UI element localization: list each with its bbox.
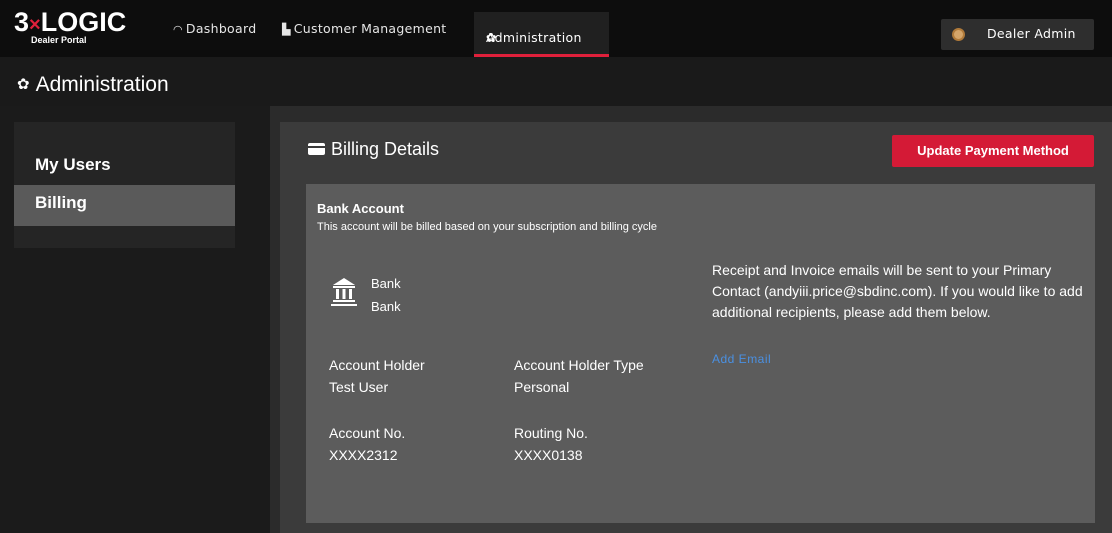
bank-account-card: Bank Account This account will be billed… [306, 184, 1095, 523]
gear-icon: ✿ [17, 76, 30, 93]
admin-sidebar: My Users Billing [14, 122, 235, 248]
user-menu-button[interactable]: Dealer Admin [941, 19, 1094, 50]
credit-card-icon [308, 143, 325, 155]
bank-icon [331, 278, 357, 306]
user-menu-label: Dealer Admin [987, 26, 1076, 41]
nav-dashboard-label: Dashboard [185, 21, 257, 36]
billing-title-text: Billing Details [331, 139, 440, 159]
account-holder-type-value: Personal [514, 379, 570, 395]
dashboard-icon: ◠ [173, 23, 183, 36]
bank-account-subtitle: This account will be billed based on you… [317, 221, 657, 233]
logo-subtitle: Dealer Portal [31, 35, 87, 45]
top-nav-bar: 3×LOGIC Dealer Portal ◠ Dashboard ▙ Custom… [0, 0, 1112, 57]
nav-administration-label: Administration [486, 30, 582, 45]
nav-customer-management[interactable]: ▙ Customer Management [282, 18, 447, 40]
billing-section: Billing Details Update Payment Method Ba… [280, 122, 1112, 533]
bank-account-title: Bank Account [317, 201, 404, 216]
building-icon: ▙ [282, 23, 291, 36]
logo-wordmark: 3×LOGIC [14, 7, 127, 37]
account-holder-type-label: Account Holder Type [514, 357, 644, 373]
add-email-link[interactable]: Add Email [712, 352, 771, 366]
page-title-text: Administration [35, 73, 169, 96]
bank-name: Bank [371, 276, 401, 291]
sidebar-item-label: My Users [35, 155, 111, 174]
update-payment-method-button[interactable]: Update Payment Method [892, 135, 1094, 167]
nav-administration[interactable]: ✿ Administration [474, 12, 609, 57]
account-holder-value: Test User [329, 379, 389, 395]
page-header: ✿ Administration [0, 57, 1112, 106]
routing-number-label: Routing No. [514, 425, 588, 441]
email-recipients-note: Receipt and Invoice emails will be sent … [712, 262, 1083, 320]
sidebar-item-billing[interactable]: Billing [14, 185, 235, 226]
account-holder-label: Account Holder [329, 357, 425, 373]
sidebar-item-label: Billing [35, 193, 87, 212]
nav-customer-management-label: Customer Management [293, 21, 447, 36]
bank-name-secondary: Bank [371, 299, 401, 314]
account-number-value: XXXX2312 [329, 447, 398, 463]
brand-logo[interactable]: 3×LOGIC Dealer Portal [14, 7, 148, 46]
page-title: ✿ Administration [17, 73, 169, 97]
nav-dashboard[interactable]: ◠ Dashboard [173, 18, 256, 40]
billing-title: Billing Details [308, 139, 439, 160]
sidebar-item-my-users[interactable]: My Users [14, 154, 235, 184]
routing-number-value: XXXX0138 [514, 447, 583, 463]
avatar [952, 28, 965, 41]
account-number-label: Account No. [329, 425, 406, 441]
